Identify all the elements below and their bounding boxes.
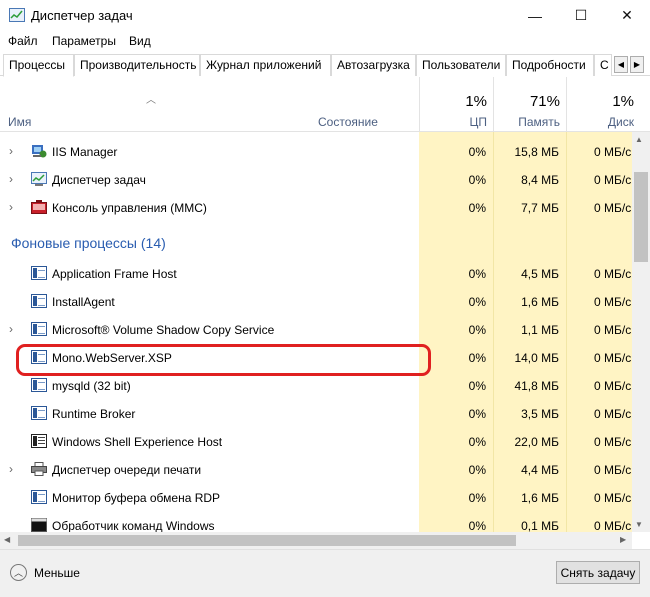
column-memory[interactable]: 71% Память [493, 77, 566, 132]
window-app-icon [31, 406, 47, 420]
background-processes-heading[interactable]: Фоновые процессы (14) [11, 235, 166, 251]
maximize-button[interactable]: ☐ [558, 0, 604, 31]
process-row[interactable]: Runtime Broker 0% 3,5 МБ 0 МБ/с [0, 400, 632, 428]
process-list: › IIS Manager 0% 15,8 МБ 0 МБ/с › Диспет… [0, 132, 632, 532]
tab-users[interactable]: Пользователи [416, 54, 506, 76]
mmc-icon [31, 200, 47, 214]
window-title: Диспетчер задач [31, 8, 133, 23]
tab-startup[interactable]: Автозагрузка [331, 54, 416, 76]
process-row[interactable]: › Консоль управления (MMC) 0% 7,7 МБ 0 М… [0, 194, 632, 222]
process-row[interactable]: Windows Shell Experience Host 0% 22,0 МБ… [0, 428, 632, 456]
footer-bar: ︿ Меньше Снять задачу [0, 549, 650, 597]
tab-strip: Процессы Производительность Журнал прило… [0, 54, 650, 77]
menu-bar: Файл Параметры Вид [0, 32, 650, 52]
window-app-icon [31, 322, 47, 336]
process-row[interactable]: › Диспетчер задач 0% 8,4 МБ 0 МБ/с [0, 166, 632, 194]
column-header: ︿ Имя Состояние 1% ЦП 71% Память 1% Диск [0, 77, 650, 132]
minimize-button[interactable]: — [512, 0, 558, 31]
column-state[interactable]: Состояние [310, 77, 419, 132]
column-name[interactable]: ︿ Имя [0, 77, 310, 132]
end-task-button[interactable]: Снять задачу [556, 561, 640, 584]
process-row[interactable]: › Диспетчер очереди печати 0% 4,4 МБ 0 М… [0, 456, 632, 484]
tab-processes[interactable]: Процессы [3, 54, 74, 77]
horizontal-scroll-thumb[interactable] [18, 535, 516, 546]
task-manager-app-icon [9, 8, 25, 22]
chevron-right-icon[interactable]: › [9, 322, 13, 336]
scroll-right-icon[interactable]: ▶ [620, 535, 626, 544]
command-prompt-icon [31, 518, 47, 532]
window-app-icon [31, 378, 47, 392]
task-manager-icon [31, 172, 47, 186]
process-row[interactable]: Application Frame Host 0% 4,5 МБ 0 МБ/с [0, 260, 632, 288]
chevron-up-icon[interactable]: ︿ [10, 564, 27, 581]
window-app-icon [31, 490, 47, 504]
tab-services[interactable]: С [594, 54, 612, 76]
chevron-right-icon[interactable]: › [9, 172, 13, 186]
shell-host-icon [31, 434, 47, 448]
chevron-right-icon[interactable]: › [9, 200, 13, 214]
tab-scroll-left-icon[interactable]: ◀ [614, 56, 628, 73]
process-row[interactable]: › Microsoft® Volume Shadow Copy Service … [0, 316, 632, 344]
process-row[interactable]: Монитор буфера обмена RDP 0% 1,6 МБ 0 МБ… [0, 484, 632, 512]
iis-manager-icon [31, 144, 47, 158]
printer-icon [31, 462, 47, 476]
process-row[interactable]: Обработчик команд Windows 0% 0,1 МБ 0 МБ… [0, 512, 632, 532]
column-cpu[interactable]: 1% ЦП [419, 77, 493, 132]
scroll-down-icon[interactable]: ▼ [635, 520, 643, 529]
horizontal-scrollbar[interactable]: ◀ ▶ [0, 532, 632, 549]
chevron-right-icon[interactable]: › [9, 144, 13, 158]
scroll-left-icon[interactable]: ◀ [4, 535, 10, 544]
menu-file[interactable]: Файл [8, 34, 38, 48]
close-button[interactable]: ✕ [604, 0, 650, 31]
process-row[interactable]: mysqld (32 bit) 0% 41,8 МБ 0 МБ/с [0, 372, 632, 400]
title-bar: Диспетчер задач — ☐ ✕ [0, 0, 650, 32]
vertical-scroll-thumb[interactable] [634, 172, 648, 262]
menu-options[interactable]: Параметры [52, 34, 116, 48]
tab-performance[interactable]: Производительность [74, 54, 200, 76]
highlight-annotation [16, 344, 431, 376]
process-row[interactable]: › IIS Manager 0% 15,8 МБ 0 МБ/с [0, 138, 632, 166]
process-row[interactable]: InstallAgent 0% 1,6 МБ 0 МБ/с [0, 288, 632, 316]
window-app-icon [31, 294, 47, 308]
window-app-icon [31, 266, 47, 280]
tab-app-history[interactable]: Журнал приложений [200, 54, 331, 76]
fewer-details-link[interactable]: Меньше [34, 566, 80, 580]
column-disk[interactable]: 1% Диск [566, 77, 650, 132]
tab-details[interactable]: Подробности [506, 54, 594, 76]
vertical-scrollbar[interactable]: ▲ ▼ [632, 132, 650, 532]
sort-up-icon: ︿ [146, 95, 156, 106]
tab-scroll-right-icon[interactable]: ▶ [630, 56, 644, 73]
chevron-right-icon[interactable]: › [9, 462, 13, 476]
menu-view[interactable]: Вид [129, 34, 151, 48]
scroll-up-icon[interactable]: ▲ [635, 135, 643, 144]
